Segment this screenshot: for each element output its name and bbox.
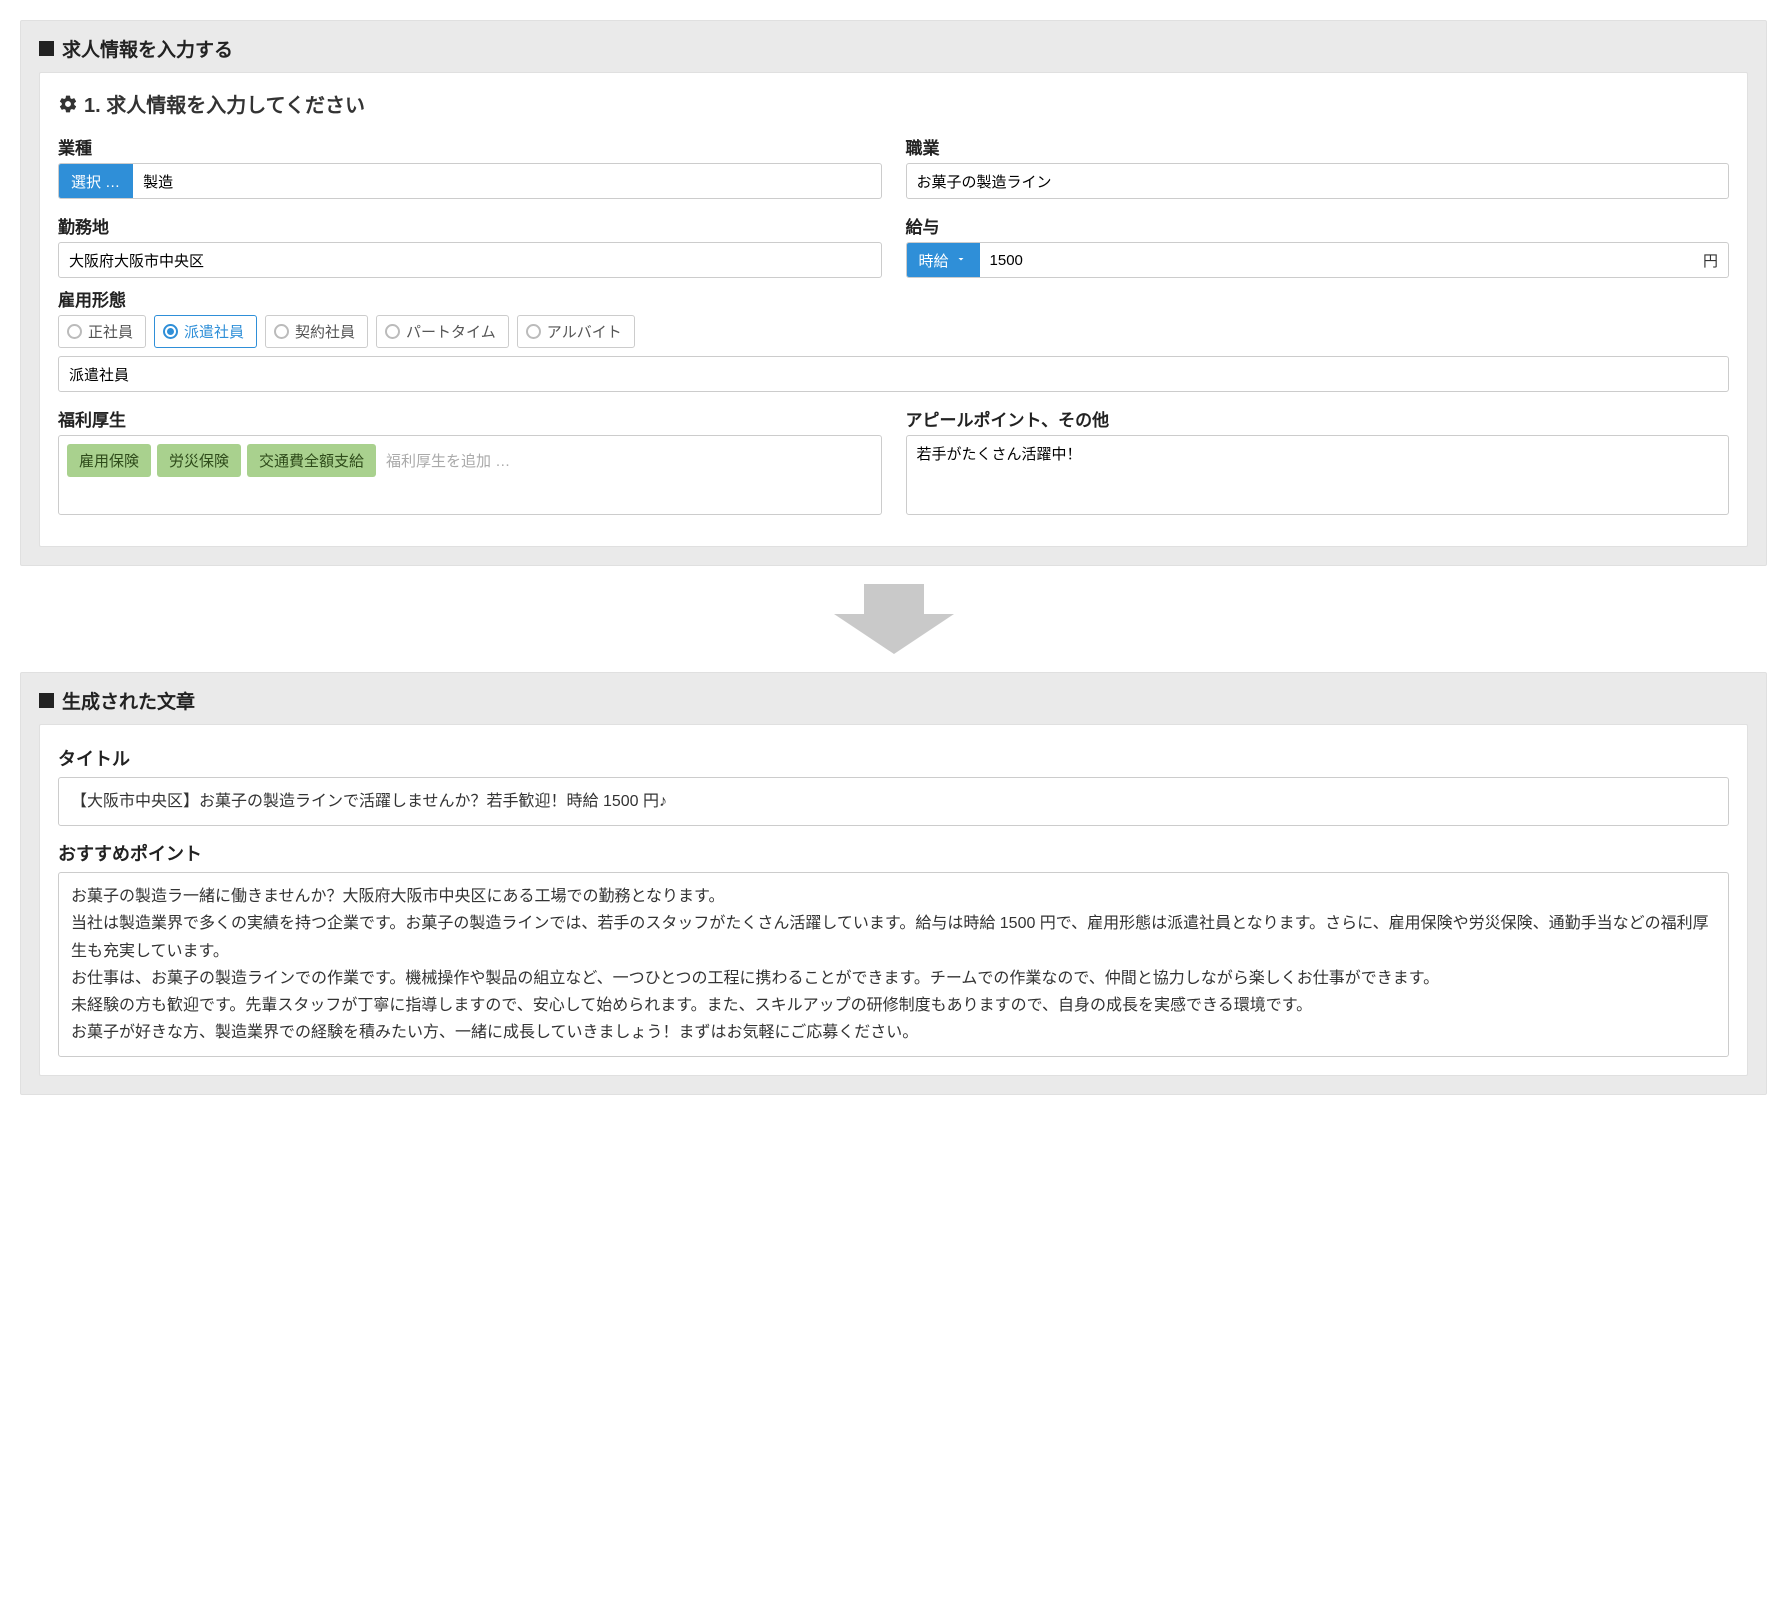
input-panel-title: 求人情報を入力する <box>62 35 233 62</box>
output-panel: 生成された文章 タイトル 【大阪市中央区】お菓子の製造ラインで活躍しませんか？若… <box>20 672 1767 1095</box>
salary-input-group: 時給 円 <box>906 242 1730 278</box>
employment-radio-2[interactable]: 契約社員 <box>265 315 368 348</box>
industry-select-button[interactable]: 選択 … <box>59 164 133 198</box>
employment-radio-label: アルバイト <box>547 321 622 342</box>
employment-type-label: 雇用形態 <box>58 286 1729 311</box>
output-points-box: お菓子の製造ラ一緒に働きませんか？大阪府大阪市中央区にある工場での勤務となります… <box>58 872 1729 1057</box>
employment-radio-3[interactable]: パートタイム <box>376 315 509 348</box>
appeal-textarea[interactable] <box>906 435 1730 515</box>
industry-input-group: 選択 … <box>58 163 882 199</box>
square-bullet-icon <box>39 41 54 56</box>
chevron-down-icon <box>955 252 967 269</box>
down-arrow-icon <box>834 584 954 654</box>
section-title-text: 1. 求人情報を入力してください <box>84 89 365 118</box>
employment-radio-label: パートタイム <box>406 321 496 342</box>
radio-icon <box>385 324 400 339</box>
salary-type-label: 時給 <box>919 250 949 271</box>
input-panel-header: 求人情報を入力する <box>21 21 1766 72</box>
salary-input[interactable] <box>980 243 1703 277</box>
gears-icon <box>58 94 78 114</box>
salary-label: 給与 <box>906 213 1730 238</box>
radio-icon <box>526 324 541 339</box>
radio-icon <box>274 324 289 339</box>
output-title-box: 【大阪市中央区】お菓子の製造ラインで活躍しませんか？若手歓迎！時給 1500 円… <box>58 777 1729 826</box>
radio-icon <box>163 324 178 339</box>
benefits-placeholder[interactable]: 福利厚生を追加 … <box>382 444 514 477</box>
industry-label: 業種 <box>58 134 882 159</box>
location-label: 勤務地 <box>58 213 882 238</box>
output-panel-header: 生成された文章 <box>21 673 1766 724</box>
output-panel-title: 生成された文章 <box>62 687 195 714</box>
salary-type-select[interactable]: 時給 <box>907 243 980 277</box>
input-panel-body: 1. 求人情報を入力してください 業種 選択 … 職業 勤務地 <box>39 72 1748 547</box>
section-title: 1. 求人情報を入力してください <box>58 89 1729 118</box>
employment-radio-1[interactable]: 派遣社員 <box>154 315 257 348</box>
salary-suffix: 円 <box>1703 243 1728 277</box>
benefits-input[interactable]: 雇用保険労災保険交通費全額支給福利厚生を追加 … <box>58 435 882 515</box>
employment-radio-0[interactable]: 正社員 <box>58 315 146 348</box>
employment-type-input[interactable] <box>58 356 1729 392</box>
output-title-label: タイトル <box>58 745 1729 771</box>
occupation-label: 職業 <box>906 134 1730 159</box>
output-panel-body: タイトル 【大阪市中央区】お菓子の製造ラインで活躍しませんか？若手歓迎！時給 1… <box>39 724 1748 1076</box>
output-points-label: おすすめポイント <box>58 840 1729 866</box>
square-bullet-icon <box>39 693 54 708</box>
input-panel: 求人情報を入力する 1. 求人情報を入力してください 業種 選択 … 職業 <box>20 20 1767 566</box>
arrow-separator <box>20 584 1767 654</box>
location-input[interactable] <box>58 242 882 278</box>
employment-radio-label: 契約社員 <box>295 321 355 342</box>
employment-type-radios: 正社員 派遣社員 契約社員 パートタイム アルバイト <box>58 315 1729 348</box>
benefit-tag-2[interactable]: 交通費全額支給 <box>247 444 376 477</box>
industry-input[interactable] <box>133 164 880 198</box>
employment-radio-label: 正社員 <box>88 321 133 342</box>
employment-radio-label: 派遣社員 <box>184 321 244 342</box>
benefits-label: 福利厚生 <box>58 406 882 431</box>
employment-radio-4[interactable]: アルバイト <box>517 315 635 348</box>
benefit-tag-0[interactable]: 雇用保険 <box>67 444 151 477</box>
occupation-input[interactable] <box>906 163 1730 199</box>
benefit-tag-1[interactable]: 労災保険 <box>157 444 241 477</box>
radio-icon <box>67 324 82 339</box>
appeal-label: アピールポイント、その他 <box>906 406 1730 431</box>
